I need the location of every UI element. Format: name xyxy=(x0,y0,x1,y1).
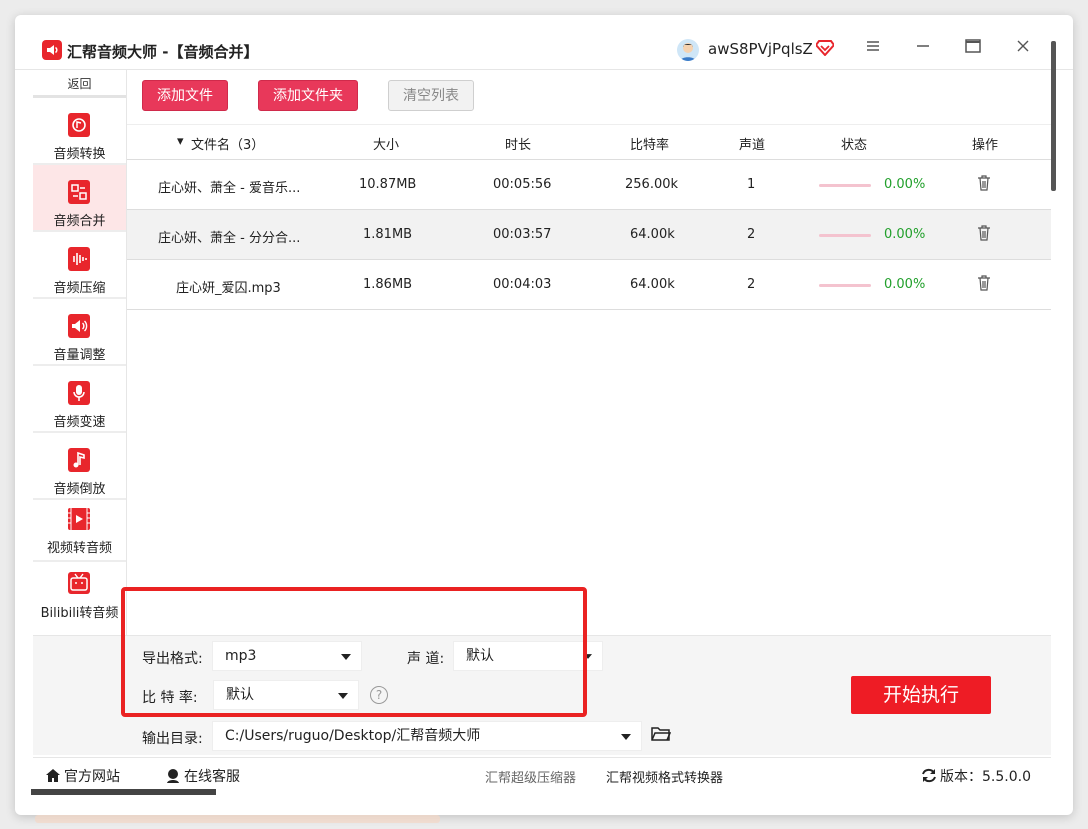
minimize-icon[interactable] xyxy=(911,37,935,61)
vertical-scrollbar[interactable] xyxy=(1051,41,1056,191)
delete-icon[interactable] xyxy=(977,275,991,295)
official-website-label: 官方网站 xyxy=(64,769,120,785)
sidebar-item-label: 音频变速 xyxy=(53,415,106,430)
sidebar-item-label: 视频转音频 xyxy=(46,541,112,556)
home-icon xyxy=(46,769,60,782)
menu-icon[interactable] xyxy=(861,37,885,61)
official-website-link[interactable]: 官方网站 xyxy=(45,766,120,786)
row-duration: 00:03:57 xyxy=(493,227,552,242)
back-button[interactable]: 返回 xyxy=(33,70,126,98)
audio-reverse-icon xyxy=(66,447,92,473)
clear-list-button[interactable]: 清空列表 xyxy=(388,80,474,111)
bilibili-icon xyxy=(66,570,92,596)
window-title: 汇帮音频大师 -【音频合并】 xyxy=(67,43,259,61)
output-dir-label: 输出目录: xyxy=(142,731,203,747)
file-table-header: ▾ 文件名（3） 大小 时长 比特率 声道 状态 操作 xyxy=(127,124,1051,160)
row-filename: 庄心妍_爱囚.mp3 xyxy=(176,281,281,296)
header-bitrate: 比特率 xyxy=(630,138,670,153)
sidebar-item-label: Bilibili转音频 xyxy=(40,606,119,621)
header-filename[interactable]: 文件名（3） xyxy=(191,134,264,153)
sort-caret-icon[interactable]: ▾ xyxy=(177,134,184,149)
add-folder-button[interactable]: 添加文件夹 xyxy=(258,80,358,111)
user-avatar[interactable] xyxy=(677,39,699,61)
video-to-audio-icon xyxy=(66,506,92,532)
highlight-frame xyxy=(121,587,587,717)
sidebar-item-bilibili[interactable]: Bilibili转音频 xyxy=(33,562,126,632)
delete-icon[interactable] xyxy=(977,225,991,245)
app-window: 汇帮音频大师 -【音频合并】 awS8PVjPqlsZ 返回 音频转换 音频合并… xyxy=(15,15,1073,815)
sidebar-item-audio-compress[interactable]: 音频压缩 xyxy=(33,232,126,299)
sidebar-item-label: 音频合并 xyxy=(53,214,106,229)
app-logo-icon xyxy=(42,40,62,60)
row-size: 1.81MB xyxy=(363,227,413,242)
row-duration: 00:05:56 xyxy=(493,177,552,192)
online-support-link[interactable]: 在线客服 xyxy=(165,766,240,786)
audio-speed-icon xyxy=(66,380,92,406)
row-filename: 庄心妍、萧全 - 爱音乐... xyxy=(158,181,301,196)
row-bitrate: 256.00k xyxy=(625,177,679,192)
table-row[interactable]: 庄心妍、萧全 - 分分合... 1.81MB 00:03:57 64.00k 2… xyxy=(127,210,1051,260)
start-button[interactable]: 开始执行 xyxy=(851,676,991,714)
sidebar-item-audio-convert[interactable]: 音频转换 xyxy=(33,98,126,165)
support-icon xyxy=(167,769,179,783)
row-progress: 0.00% xyxy=(884,177,926,192)
sidebar: 返回 音频转换 音频合并 音频压缩 音量调整 音频变速 音频倒放 视频转音频 B… xyxy=(33,70,127,705)
row-channels: 1 xyxy=(747,177,756,192)
video-converter-link[interactable]: 汇帮视频格式转换器 xyxy=(606,767,723,786)
progress-bar xyxy=(819,284,871,287)
add-file-button[interactable]: 添加文件 xyxy=(142,80,228,111)
username: awS8PVjPqlsZ xyxy=(708,40,813,58)
header-channels: 声道 xyxy=(739,138,766,153)
close-icon[interactable] xyxy=(1011,37,1035,61)
output-dir-select[interactable]: C:/Users/ruguo/Desktop/汇帮音频大师 xyxy=(212,721,642,751)
chevron-down-icon xyxy=(621,734,631,740)
row-bitrate: 64.00k xyxy=(630,227,675,242)
sidebar-item-video-to-audio[interactable]: 视频转音频 xyxy=(33,500,126,562)
audio-merge-icon xyxy=(66,179,92,205)
table-row[interactable]: 庄心妍_爱囚.mp3 1.86MB 00:04:03 64.00k 2 0.00… xyxy=(127,260,1051,310)
sidebar-item-label: 音量调整 xyxy=(53,348,106,363)
progress-bar xyxy=(819,184,871,187)
sidebar-item-label: 音频转换 xyxy=(53,147,106,162)
bottom-glow xyxy=(35,815,440,823)
sidebar-item-label: 音频压缩 xyxy=(53,281,106,296)
row-filename: 庄心妍、萧全 - 分分合... xyxy=(158,231,301,246)
header-actions: 操作 xyxy=(972,138,999,153)
folder-icon[interactable] xyxy=(651,726,672,746)
output-dir-value: C:/Users/ruguo/Desktop/汇帮音频大师 xyxy=(225,728,481,744)
sidebar-item-audio-reverse[interactable]: 音频倒放 xyxy=(33,433,126,500)
header-status: 状态 xyxy=(841,138,868,153)
header-duration: 时长 xyxy=(505,138,532,153)
sidebar-item-audio-speed[interactable]: 音频变速 xyxy=(33,366,126,433)
vip-diamond-icon[interactable] xyxy=(814,40,836,60)
table-row[interactable]: 庄心妍、萧全 - 爱音乐... 10.87MB 00:05:56 256.00k… xyxy=(127,160,1051,210)
row-size: 10.87MB xyxy=(359,177,417,192)
row-duration: 00:04:03 xyxy=(493,277,552,292)
row-channels: 2 xyxy=(747,227,756,242)
online-support-label: 在线客服 xyxy=(184,769,240,785)
audio-compress-icon xyxy=(66,246,92,272)
version-label: 版本：5.5.0.0 xyxy=(940,769,1031,785)
row-progress: 0.00% xyxy=(884,277,926,292)
sidebar-item-audio-merge[interactable]: 音频合并 xyxy=(33,165,126,232)
maximize-icon[interactable] xyxy=(961,37,985,61)
row-size: 1.86MB xyxy=(363,277,413,292)
title-bar: 汇帮音频大师 -【音频合并】 awS8PVjPqlsZ xyxy=(15,15,1073,70)
sidebar-item-volume-adjust[interactable]: 音量调整 xyxy=(33,299,126,366)
horizontal-scrollbar[interactable] xyxy=(31,789,216,795)
volume-adjust-icon xyxy=(66,313,92,339)
progress-bar xyxy=(819,234,871,237)
delete-icon[interactable] xyxy=(977,175,991,195)
header-size: 大小 xyxy=(373,138,400,153)
audio-convert-icon xyxy=(66,112,92,138)
sidebar-item-label: 音频倒放 xyxy=(53,482,106,497)
version-info: 版本：5.5.0.0 xyxy=(921,766,1031,786)
row-progress: 0.00% xyxy=(884,227,926,242)
row-bitrate: 64.00k xyxy=(630,277,675,292)
super-compressor-link[interactable]: 汇帮超级压缩器 xyxy=(485,767,576,786)
row-channels: 2 xyxy=(747,277,756,292)
refresh-icon[interactable] xyxy=(921,768,937,783)
